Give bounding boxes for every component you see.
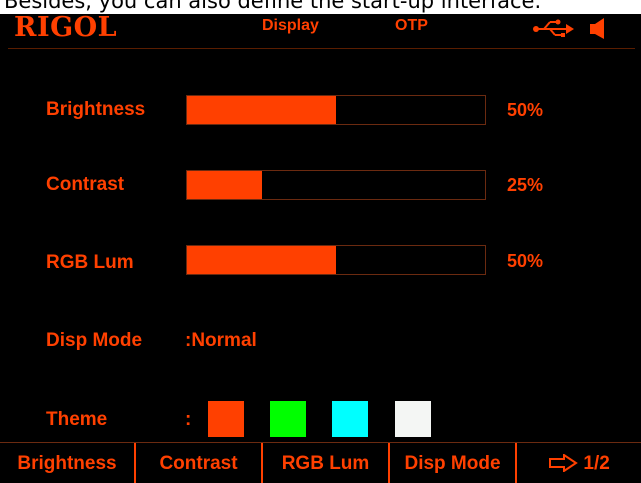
page: Besides, you can also define the start-u…	[0, 0, 641, 483]
contrast-label: Contrast	[46, 174, 125, 195]
brightness-bar-fill	[187, 96, 336, 124]
softkey-rgb-lum[interactable]: RGB Lum	[263, 443, 390, 483]
softkey-next-page[interactable]: 1/2	[517, 443, 641, 483]
logo: RIGOL	[14, 12, 118, 43]
speaker-icon	[590, 18, 604, 39]
softkey-disp-mode-label: Disp Mode	[404, 453, 501, 474]
brightness-bar[interactable]	[186, 95, 486, 125]
usb-icon	[533, 19, 574, 37]
softkey-page-label: 1/2	[583, 453, 610, 474]
contrast-bar[interactable]	[186, 170, 486, 200]
brightness-label: Brightness	[46, 99, 146, 120]
theme-separator: :	[185, 409, 192, 430]
instrument-screen: RIGOL Display OTP Brightness 50% Contras…	[0, 12, 641, 483]
disp-mode-label: Disp Mode	[46, 330, 143, 351]
menu-otp[interactable]: OTP	[395, 17, 428, 35]
rgb-lum-bar[interactable]	[186, 245, 486, 275]
softkey-rgb-lum-label: RGB Lum	[281, 453, 370, 474]
disp-mode-value[interactable]: :Normal	[185, 330, 257, 352]
softkey-brightness[interactable]: Brightness	[0, 443, 136, 483]
theme-swatch-orange[interactable]	[208, 401, 244, 437]
top-bar: RIGOL Display OTP	[0, 12, 641, 45]
theme-swatch-cyan[interactable]	[332, 401, 368, 437]
brightness-value: 50%	[507, 100, 544, 120]
contrast-bar-fill	[187, 171, 262, 199]
rgb-lum-bar-fill	[187, 246, 336, 274]
status-icons	[530, 16, 630, 40]
arrow-right-icon	[549, 453, 578, 473]
theme-swatch-green[interactable]	[270, 401, 306, 437]
softkey-brightness-label: Brightness	[17, 453, 117, 474]
rgb-lum-label: RGB Lum	[46, 252, 134, 273]
menu-display[interactable]: Display	[262, 17, 319, 35]
rgb-lum-value: 50%	[507, 251, 544, 271]
softkey-contrast-label: Contrast	[159, 453, 238, 474]
display-settings-panel: Brightness 50% Contrast 25% RGB Lum 50% …	[8, 48, 635, 441]
softkey-contrast[interactable]: Contrast	[136, 443, 263, 483]
contrast-value: 25%	[507, 175, 544, 195]
softkey-bar: Brightness Contrast RGB Lum Disp Mode 1/…	[0, 442, 641, 483]
softkey-disp-mode[interactable]: Disp Mode	[390, 443, 517, 483]
theme-label: Theme	[46, 409, 108, 430]
theme-swatch-white[interactable]	[395, 401, 431, 437]
